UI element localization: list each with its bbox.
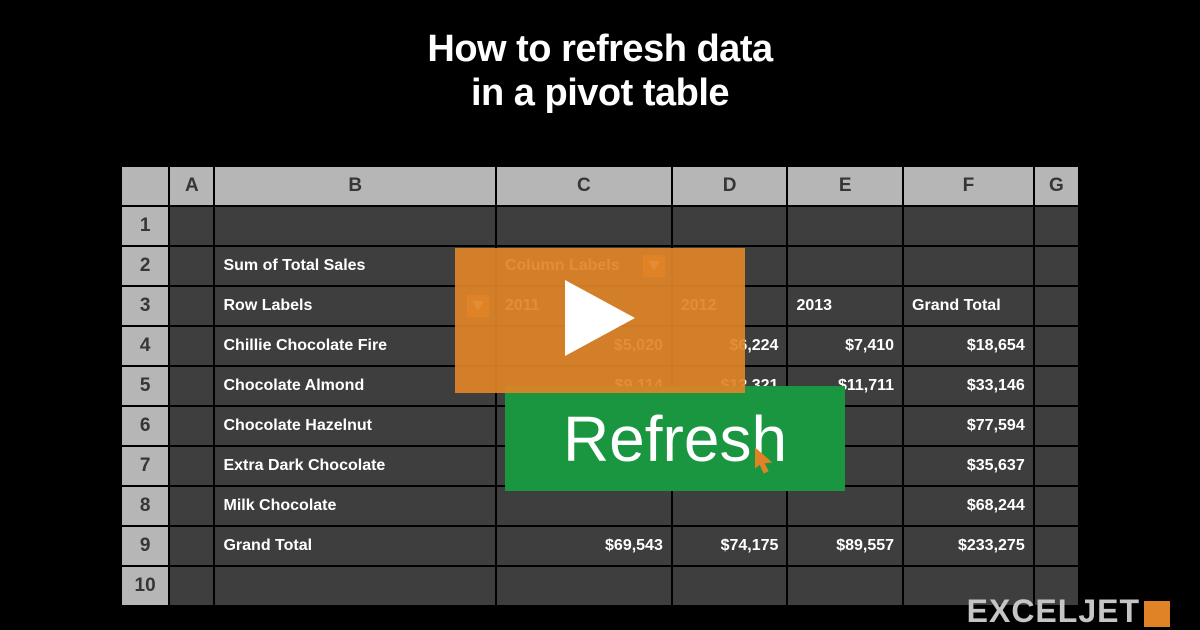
cell[interactable] (1034, 286, 1079, 326)
row-header-4[interactable]: 4 (121, 326, 169, 366)
row-header-3[interactable]: 3 (121, 286, 169, 326)
cursor-icon (755, 448, 775, 479)
cell[interactable] (1034, 526, 1079, 566)
cell-value[interactable]: $89,557 (787, 526, 903, 566)
cell[interactable] (1034, 486, 1079, 526)
cell[interactable] (214, 566, 495, 606)
cell-value[interactable]: $77,594 (903, 406, 1034, 446)
cell[interactable] (169, 206, 214, 246)
cell-year-2013[interactable]: 2013 (787, 286, 903, 326)
row-labels-text: Row Labels (223, 297, 312, 314)
cell[interactable] (496, 206, 672, 246)
cell[interactable] (169, 246, 214, 286)
play-button[interactable] (455, 248, 745, 393)
cell-product[interactable]: Chillie Chocolate Fire (214, 326, 495, 366)
col-header-b[interactable]: B (214, 166, 495, 206)
cell[interactable] (672, 566, 788, 606)
cell-value[interactable]: $18,654 (903, 326, 1034, 366)
col-header-a[interactable]: A (169, 166, 214, 206)
cell[interactable] (496, 566, 672, 606)
row-8: 8 Milk Chocolate $68,244 (121, 486, 1079, 526)
cell-sum-total-sales[interactable]: Sum of Total Sales (214, 246, 495, 286)
brand-logo: EXCELJET (967, 593, 1170, 630)
row-header-2[interactable]: 2 (121, 246, 169, 286)
cell-grand-total-header[interactable]: Grand Total (903, 286, 1034, 326)
cell[interactable] (903, 246, 1034, 286)
cell[interactable] (169, 326, 214, 366)
cell[interactable] (214, 206, 495, 246)
row-header-5[interactable]: 5 (121, 366, 169, 406)
title-line-1: How to refresh data (427, 28, 772, 70)
cell[interactable] (903, 206, 1034, 246)
cell[interactable] (1034, 446, 1079, 486)
cell-grand-total-row[interactable]: Grand Total (214, 526, 495, 566)
row-header-10[interactable]: 10 (121, 566, 169, 606)
cell[interactable] (1034, 246, 1079, 286)
cell[interactable] (169, 486, 214, 526)
cell-product[interactable]: Extra Dark Chocolate (214, 446, 495, 486)
cell[interactable] (672, 206, 788, 246)
cell-product[interactable]: Chocolate Almond (214, 366, 495, 406)
cell[interactable] (1034, 206, 1079, 246)
cell-product[interactable]: Milk Chocolate (214, 486, 495, 526)
refresh-label: Refresh (563, 402, 787, 476)
cell-value[interactable]: $7,410 (787, 326, 903, 366)
row-9: 9 Grand Total $69,543 $74,175 $89,557 $2… (121, 526, 1079, 566)
cell[interactable] (1034, 406, 1079, 446)
cell-value[interactable]: $74,175 (672, 526, 788, 566)
cell-row-labels[interactable]: Row Labels (214, 286, 495, 326)
col-header-g[interactable]: G (1034, 166, 1079, 206)
row-header-6[interactable]: 6 (121, 406, 169, 446)
cell-value[interactable]: $68,244 (903, 486, 1034, 526)
cell-value[interactable]: $33,146 (903, 366, 1034, 406)
refresh-button[interactable]: Refresh (505, 386, 845, 491)
play-icon (565, 280, 635, 361)
cell-value[interactable] (496, 486, 672, 526)
cell[interactable] (169, 446, 214, 486)
corner-cell[interactable] (121, 166, 169, 206)
title-line-2: in a pivot table (471, 72, 729, 114)
logo-text: EXCELJET (967, 593, 1140, 630)
cell[interactable] (169, 366, 214, 406)
cell[interactable] (787, 566, 903, 606)
cell[interactable] (169, 286, 214, 326)
cell-product[interactable]: Chocolate Hazelnut (214, 406, 495, 446)
row-header-7[interactable]: 7 (121, 446, 169, 486)
cell-value[interactable]: $233,275 (903, 526, 1034, 566)
col-header-f[interactable]: F (903, 166, 1034, 206)
col-header-e[interactable]: E (787, 166, 903, 206)
cell[interactable] (1034, 366, 1079, 406)
col-header-c[interactable]: C (496, 166, 672, 206)
cell[interactable] (1034, 326, 1079, 366)
cell-value[interactable]: $69,543 (496, 526, 672, 566)
cell[interactable] (169, 406, 214, 446)
row-header-1[interactable]: 1 (121, 206, 169, 246)
cell[interactable] (787, 206, 903, 246)
row-10: 10 (121, 566, 1079, 606)
col-header-d[interactable]: D (672, 166, 788, 206)
cell[interactable] (787, 246, 903, 286)
page-title: How to refresh data in a pivot table (0, 0, 1200, 115)
cell-value[interactable] (672, 486, 788, 526)
cell-value[interactable] (787, 486, 903, 526)
cell-value[interactable]: $35,637 (903, 446, 1034, 486)
row-1: 1 (121, 206, 1079, 246)
cell[interactable] (169, 566, 214, 606)
row-header-9[interactable]: 9 (121, 526, 169, 566)
row-header-8[interactable]: 8 (121, 486, 169, 526)
logo-square-icon (1144, 601, 1170, 627)
cell[interactable] (169, 526, 214, 566)
